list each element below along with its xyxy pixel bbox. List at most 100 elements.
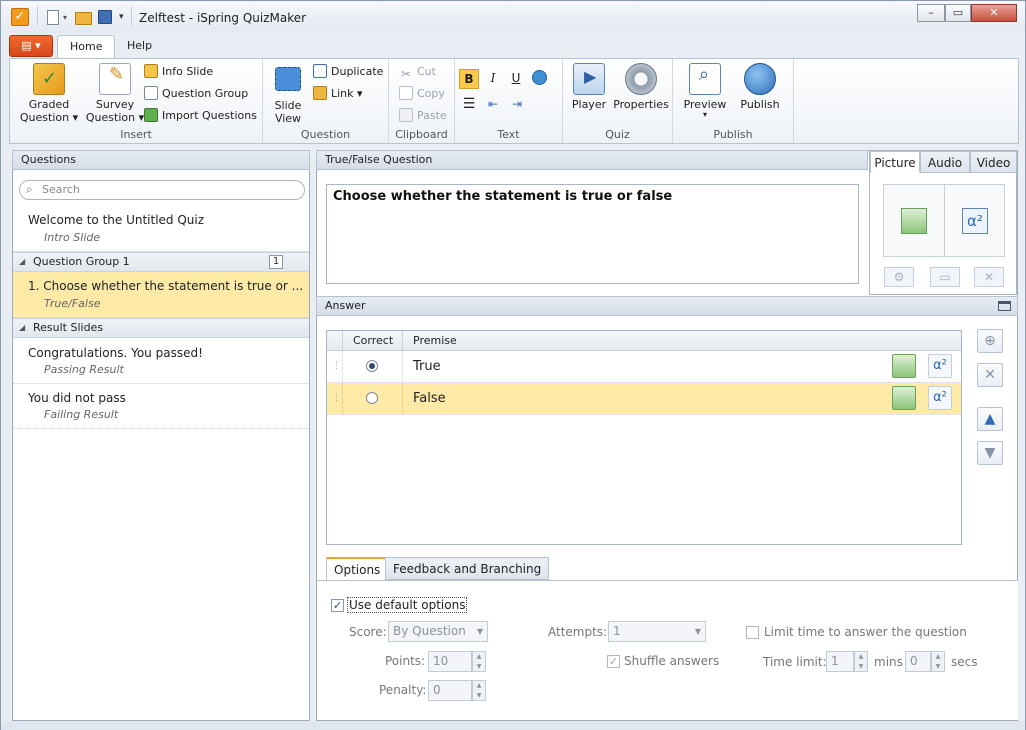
- underline-button[interactable]: U: [506, 69, 526, 89]
- premise-text[interactable]: True: [413, 359, 441, 374]
- slide-item-failed[interactable]: You did not pass Failing Result: [13, 384, 309, 429]
- slide-item-passed[interactable]: Congratulations. You passed! Passing Res…: [13, 338, 309, 384]
- new-document-icon[interactable]: [47, 10, 59, 25]
- link-button[interactable]: Link ▾: [313, 85, 363, 103]
- add-answer-icon[interactable]: ⊕: [977, 329, 1003, 353]
- correct-radio[interactable]: [366, 360, 378, 372]
- media-folder-icon[interactable]: ▭: [930, 267, 960, 287]
- answer-picture-icon[interactable]: [892, 354, 916, 378]
- insert-group-label: Insert: [120, 128, 152, 141]
- tab-video[interactable]: Video: [970, 151, 1017, 173]
- duplicate-button[interactable]: Duplicate: [313, 63, 383, 81]
- bullet-list-icon[interactable]: ☰: [459, 95, 479, 115]
- dropdown-arrow-icon[interactable]: ▾: [63, 13, 67, 22]
- collapse-triangle-icon[interactable]: ◢: [19, 319, 25, 337]
- paste-button[interactable]: Paste: [399, 107, 447, 125]
- use-default-options-label[interactable]: Use default options: [347, 597, 468, 613]
- premise-text[interactable]: False: [413, 391, 446, 406]
- tab-feedback-branching[interactable]: Feedback and Branching: [385, 557, 550, 580]
- correct-radio[interactable]: [366, 392, 378, 404]
- answer-picture-icon[interactable]: [892, 386, 916, 410]
- attempts-select[interactable]: 1 ▼: [608, 621, 706, 642]
- shuffle-answers-checkbox[interactable]: ✓: [607, 655, 620, 668]
- collapse-triangle-icon[interactable]: ◢: [19, 253, 25, 271]
- time-secs-input[interactable]: 0: [905, 651, 931, 672]
- tab-help[interactable]: Help: [115, 35, 164, 58]
- bold-button[interactable]: B: [459, 69, 479, 89]
- column-correct[interactable]: Correct: [353, 331, 393, 350]
- tab-picture[interactable]: Picture: [870, 151, 920, 173]
- minimize-button[interactable]: –: [917, 4, 945, 22]
- tab-home[interactable]: Home: [57, 35, 116, 58]
- close-button[interactable]: ✕: [971, 4, 1017, 22]
- app-logo-icon[interactable]: ✓: [11, 8, 29, 26]
- media-properties-gear-icon[interactable]: ⚙: [884, 267, 914, 287]
- time-mins-input[interactable]: 1: [826, 651, 854, 672]
- quick-access-menu-icon[interactable]: ▾: [119, 12, 124, 22]
- import-questions-button[interactable]: Import Questions: [144, 107, 257, 125]
- answer-equation-icon[interactable]: α²: [928, 354, 952, 378]
- graded-question-button[interactable]: ✓ Graded Question ▾: [18, 63, 80, 124]
- question-text-input[interactable]: Choose whether the statement is true or …: [326, 184, 859, 284]
- slide-item-question-1[interactable]: 1. Choose whether the statement is true …: [13, 272, 309, 318]
- player-button[interactable]: ▶ Player: [569, 63, 609, 111]
- points-input[interactable]: 10: [428, 651, 472, 672]
- penalty-spinner-icon[interactable]: ▲ ▼: [472, 680, 486, 701]
- secs-spinner-icon[interactable]: ▲ ▼: [931, 651, 945, 672]
- increase-indent-icon[interactable]: ⇥: [507, 95, 527, 115]
- slide-view-button[interactable]: Slide View: [267, 63, 309, 125]
- secs-label: secs: [951, 655, 978, 669]
- save-icon[interactable]: [98, 10, 112, 24]
- survey-question-button[interactable]: ✎ Survey Question ▾: [84, 63, 146, 124]
- answer-row[interactable]: ⋮ True α²: [327, 351, 961, 383]
- result-slides-header[interactable]: ◢ Result Slides: [13, 318, 309, 338]
- decrease-indent-icon[interactable]: ⇤: [483, 95, 503, 115]
- media-delete-icon[interactable]: ✕: [974, 267, 1004, 287]
- info-slide-button[interactable]: Info Slide: [144, 63, 213, 81]
- insert-picture-icon[interactable]: [901, 208, 927, 234]
- question-group-button[interactable]: Question Group: [144, 85, 248, 103]
- slide-item-intro[interactable]: Welcome to the Untitled Quiz Intro Slide: [13, 207, 309, 252]
- question-group-header[interactable]: ◢ Question Group 1 1: [13, 252, 309, 272]
- hyperlink-icon[interactable]: [529, 69, 549, 89]
- maximize-panel-icon[interactable]: [998, 301, 1011, 311]
- file-menu-button[interactable]: ▤ ▾: [9, 35, 53, 57]
- publish-button[interactable]: Publish: [735, 63, 785, 111]
- score-select[interactable]: By Question ▼: [388, 621, 488, 642]
- score-label: Score:: [349, 625, 387, 639]
- limit-time-checkbox[interactable]: [746, 626, 759, 639]
- answer-equation-icon[interactable]: α²: [928, 386, 952, 410]
- drag-handle-icon[interactable]: ⋮: [332, 393, 341, 403]
- penalty-input[interactable]: 0: [428, 680, 472, 701]
- tab-audio[interactable]: Audio: [920, 151, 970, 173]
- attempts-label: Attempts:: [548, 625, 608, 639]
- insert-group: ✓ Graded Question ▾ ✎ Survey Question ▾ …: [10, 59, 263, 143]
- dropdown-arrow-icon: ▼: [694, 627, 701, 636]
- tab-options[interactable]: Options: [326, 557, 389, 580]
- use-default-options-checkbox[interactable]: ✓: [331, 599, 344, 612]
- slide-title: Welcome to the Untitled Quiz: [28, 213, 205, 227]
- answer-row[interactable]: ⋮ False α²: [327, 383, 961, 415]
- insert-equation-icon[interactable]: α²: [962, 208, 988, 234]
- delete-answer-icon[interactable]: ✕: [977, 363, 1003, 387]
- preview-button[interactable]: ⌕ Preview ▾: [681, 63, 729, 119]
- mins-spinner-icon[interactable]: ▲ ▼: [854, 651, 868, 672]
- points-spinner-icon[interactable]: ▲ ▼: [472, 651, 486, 672]
- search-input[interactable]: ⌕ Search: [19, 180, 305, 200]
- answer-header: Answer: [316, 296, 1018, 316]
- publish-group-label: Publish: [713, 128, 753, 141]
- move-down-icon[interactable]: ▼: [977, 441, 1003, 465]
- search-icon: ⌕: [26, 182, 33, 196]
- properties-button[interactable]: Properties: [613, 63, 669, 111]
- questions-panel-header: Questions: [12, 150, 310, 170]
- drag-handle-icon[interactable]: ⋮: [332, 361, 341, 371]
- questions-panel: Questions ⌕ Search Welcome to the Untitl…: [12, 150, 310, 721]
- cut-button[interactable]: ✂ Cut: [399, 63, 436, 81]
- italic-button[interactable]: I: [483, 69, 503, 89]
- open-folder-icon[interactable]: [75, 12, 92, 25]
- move-up-icon[interactable]: ▲: [977, 407, 1003, 431]
- survey-question-icon: ✎: [99, 63, 131, 95]
- column-premise[interactable]: Premise: [413, 331, 457, 350]
- maximize-button[interactable]: ▭: [945, 4, 971, 22]
- copy-button[interactable]: Copy: [399, 85, 445, 103]
